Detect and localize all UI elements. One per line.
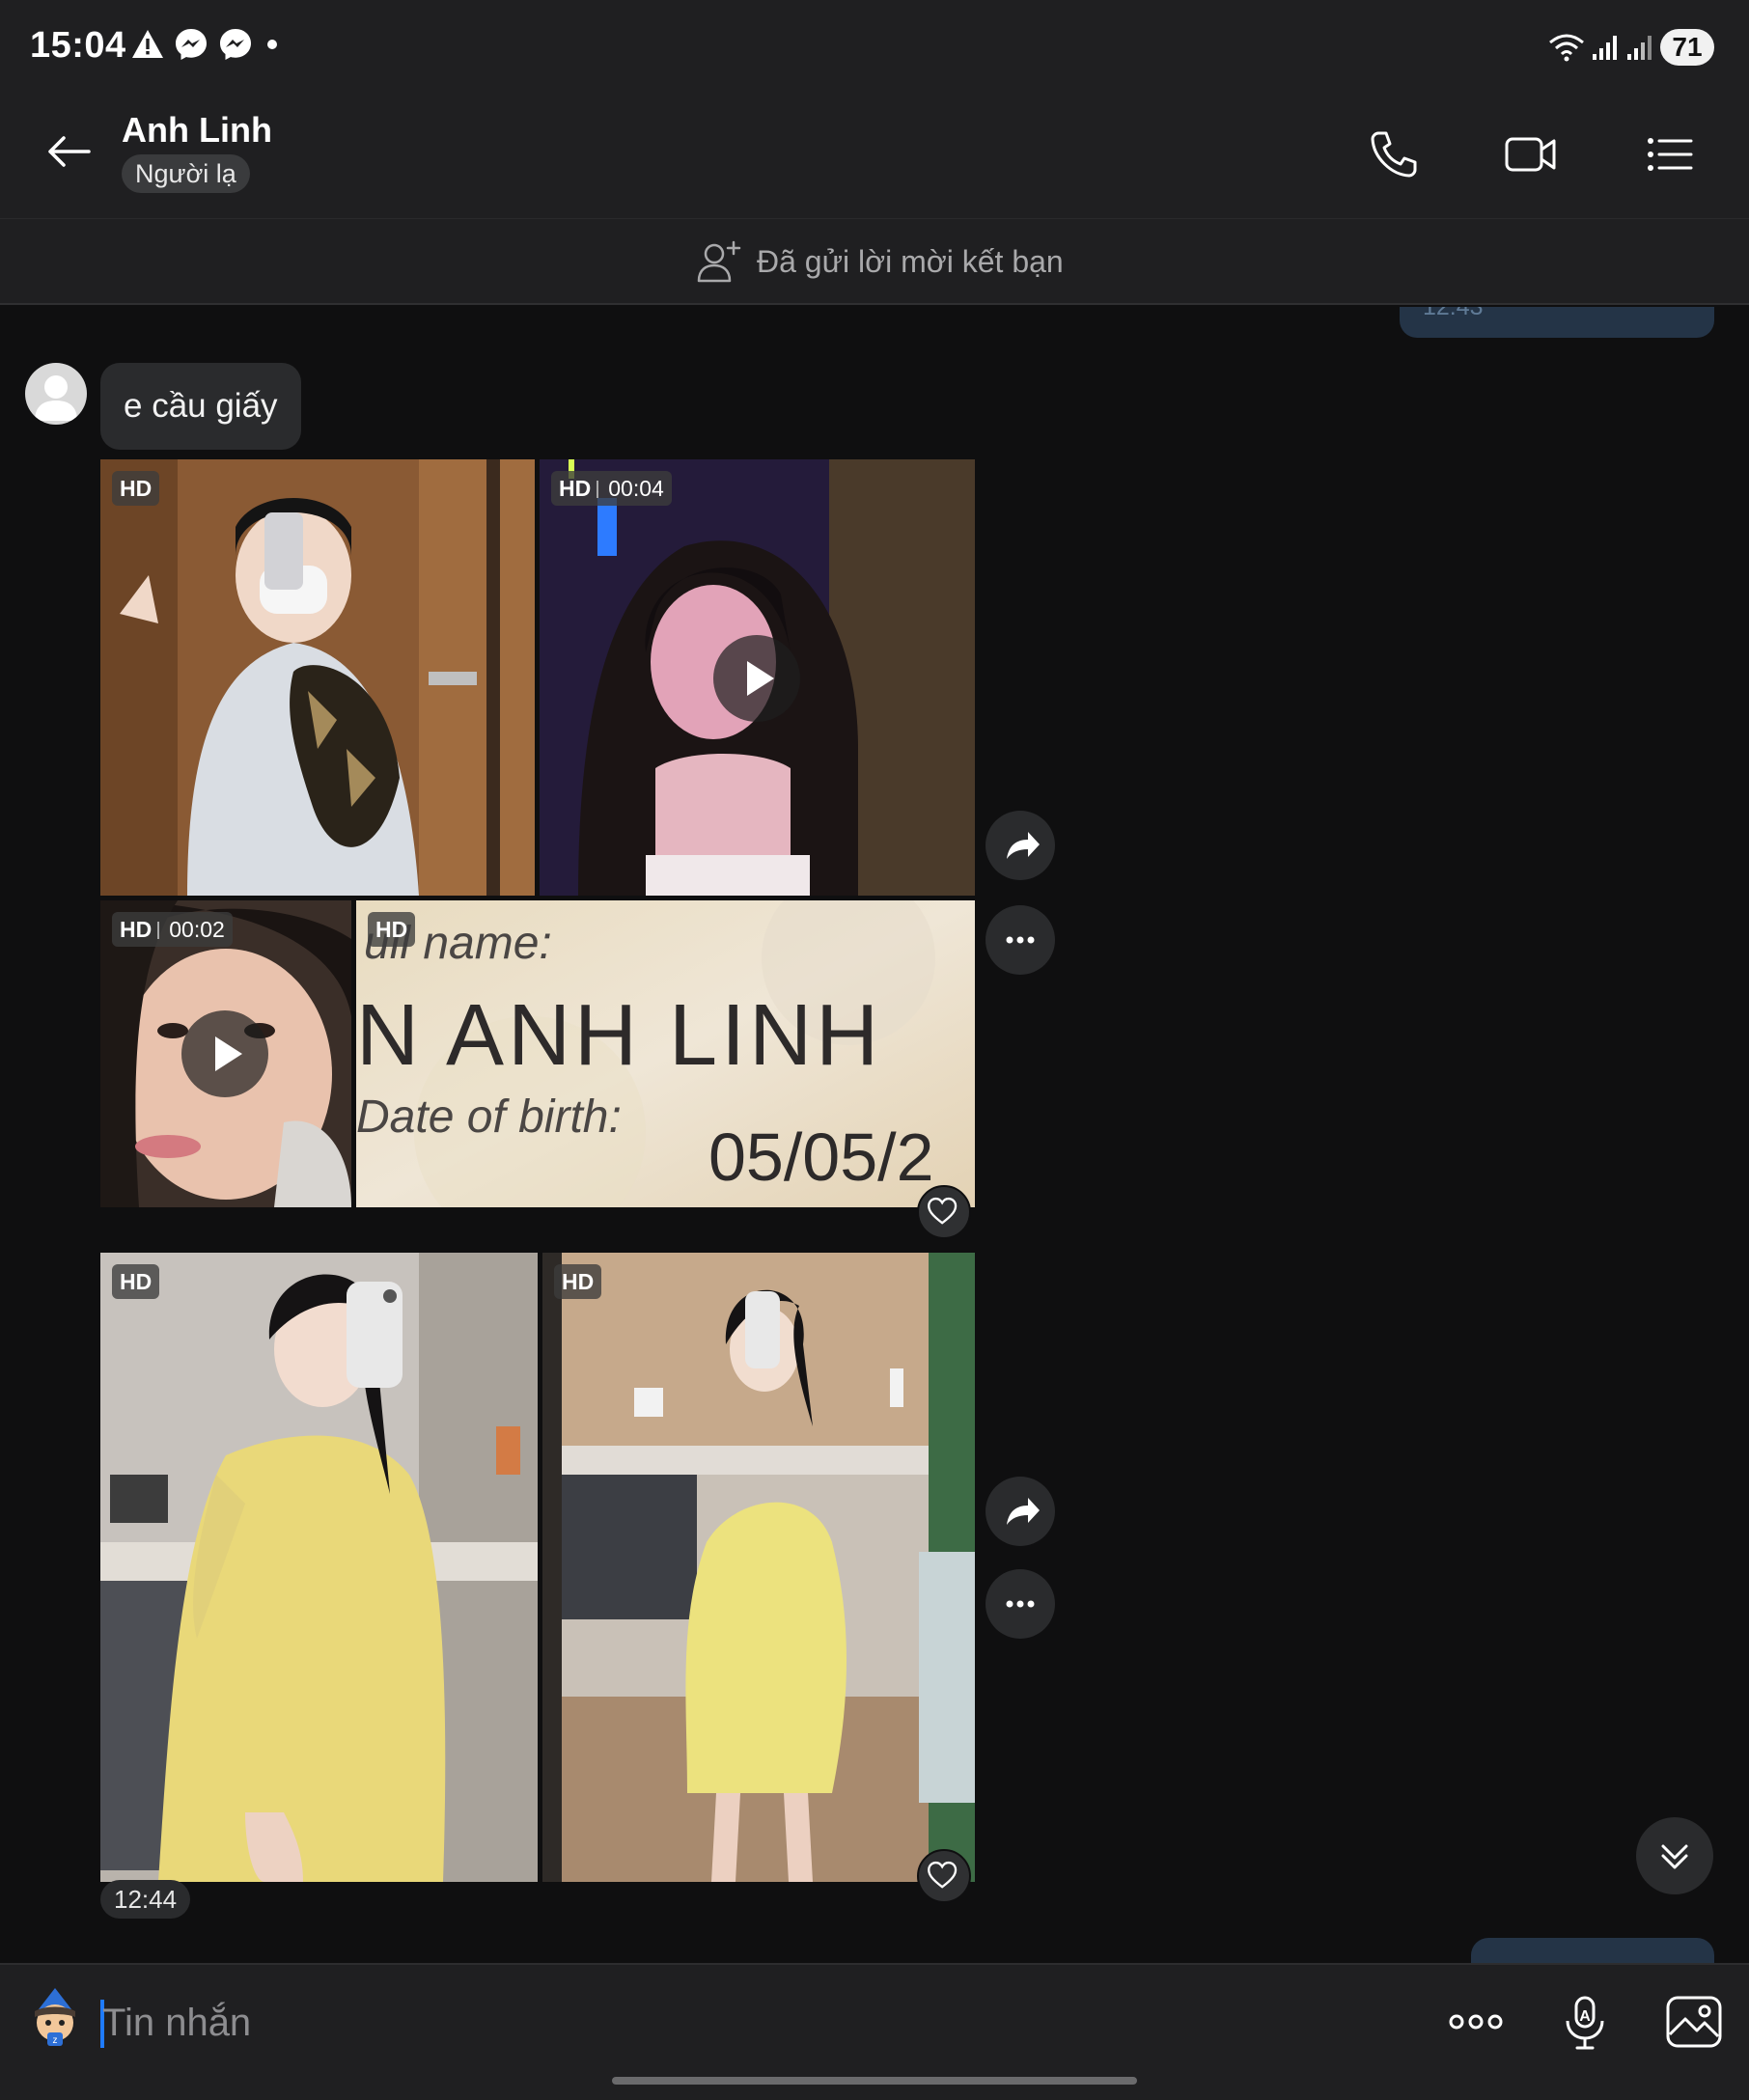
svg-text:N ANH LINH: N ANH LINH: [356, 987, 882, 1084]
scroll-to-bottom-button[interactable]: [1636, 1817, 1713, 1894]
photo-thumbnail[interactable]: HD: [100, 459, 535, 896]
stranger-badge: Người lạ: [122, 154, 250, 193]
video-call-icon[interactable]: [1502, 125, 1560, 183]
photo-image: [100, 459, 535, 896]
photo-image: [542, 1253, 975, 1882]
photo-thumbnail[interactable]: HD: [100, 1253, 538, 1882]
message-input[interactable]: [102, 1988, 971, 2058]
photo-thumbnail[interactable]: HD: [542, 1253, 975, 1882]
message-time: 12:43: [1423, 307, 1484, 320]
received-message-bubble[interactable]: e cầu giấy: [100, 363, 301, 450]
hd-duration-badge: HD 00:02: [112, 912, 233, 947]
signal-icon: [1593, 36, 1617, 60]
status-bar: 15:04 71: [0, 0, 1749, 93]
share-button[interactable]: [986, 811, 1055, 880]
voice-to-text-icon[interactable]: A: [1554, 1990, 1618, 2054]
sticker-icon[interactable]: z: [25, 1984, 85, 2048]
hd-badge: HD: [112, 471, 160, 506]
id-card-image: ull name: N ANH LINH Date of birth: 05/0…: [356, 900, 975, 1207]
message-time: 12:44: [100, 1880, 191, 1919]
heart-icon: [928, 1861, 958, 1889]
messenger-icon: [220, 29, 251, 60]
home-indicator[interactable]: [612, 2077, 1137, 2085]
hd-badge: HD: [554, 1264, 602, 1299]
svg-text:A: A: [1579, 2008, 1591, 2025]
sent-message-bubble[interactable]: [1471, 1938, 1714, 1963]
heart-icon: [928, 1197, 958, 1225]
notification-dot-icon: [267, 40, 277, 49]
battery-indicator: 71: [1660, 29, 1714, 66]
phone-call-icon[interactable]: [1365, 125, 1423, 183]
react-heart-button[interactable]: [917, 1185, 971, 1239]
hd-badge: HD: [368, 912, 416, 947]
react-heart-button[interactable]: [917, 1849, 971, 1903]
video-thumbnail[interactable]: HD 00:02: [100, 900, 351, 1207]
signal-icon: [1627, 36, 1652, 60]
more-dots-icon: [1006, 1600, 1035, 1608]
more-options-icon[interactable]: [1444, 1990, 1508, 2054]
friend-request-status: Đã gửi lời mời kết bạn: [757, 244, 1064, 279]
wifi-icon: [1549, 34, 1584, 62]
status-time: 15:04: [30, 25, 126, 66]
warning-icon: [132, 30, 163, 58]
share-arrow-icon: [1007, 1498, 1040, 1525]
avatar[interactable]: [25, 363, 87, 425]
double-chevron-down-icon: [1661, 1844, 1688, 1869]
add-friend-icon: [697, 240, 741, 283]
menu-list-icon[interactable]: [1641, 125, 1699, 183]
more-dots-icon: [1006, 936, 1035, 944]
more-options-button[interactable]: [986, 905, 1055, 975]
hd-duration-badge: HD 00:04: [551, 471, 672, 506]
play-icon[interactable]: [181, 1010, 268, 1097]
svg-text:z: z: [53, 2035, 58, 2046]
play-icon[interactable]: [713, 635, 800, 722]
chat-area[interactable]: 12:43 e cầu giấy HD HD 00:04 HD 00:02 ul…: [0, 307, 1749, 1963]
gallery-image-icon[interactable]: [1662, 1990, 1726, 2054]
back-arrow-icon[interactable]: [39, 122, 98, 181]
contact-name[interactable]: Anh Linh: [122, 110, 272, 151]
photo-image: [100, 1253, 538, 1882]
photo-thumbnail[interactable]: ull name: N ANH LINH Date of birth: 05/0…: [356, 900, 975, 1207]
video-thumbnail[interactable]: HD 00:04: [540, 459, 975, 896]
sent-message-bubble[interactable]: 12:43: [1400, 307, 1714, 338]
more-options-button[interactable]: [986, 1569, 1055, 1639]
messenger-icon: [176, 29, 207, 60]
default-avatar-icon: [35, 375, 77, 421]
svg-text:Date of birth:: Date of birth:: [356, 1091, 622, 1143]
hd-badge: HD: [112, 1264, 160, 1299]
share-button[interactable]: [986, 1477, 1055, 1546]
svg-text:05/05/2: 05/05/2: [708, 1119, 934, 1195]
share-arrow-icon: [1007, 832, 1040, 859]
friend-request-bar: Đã gửi lời mời kết bạn: [0, 218, 1749, 305]
chat-header: Anh Linh Người lạ: [0, 93, 1749, 218]
